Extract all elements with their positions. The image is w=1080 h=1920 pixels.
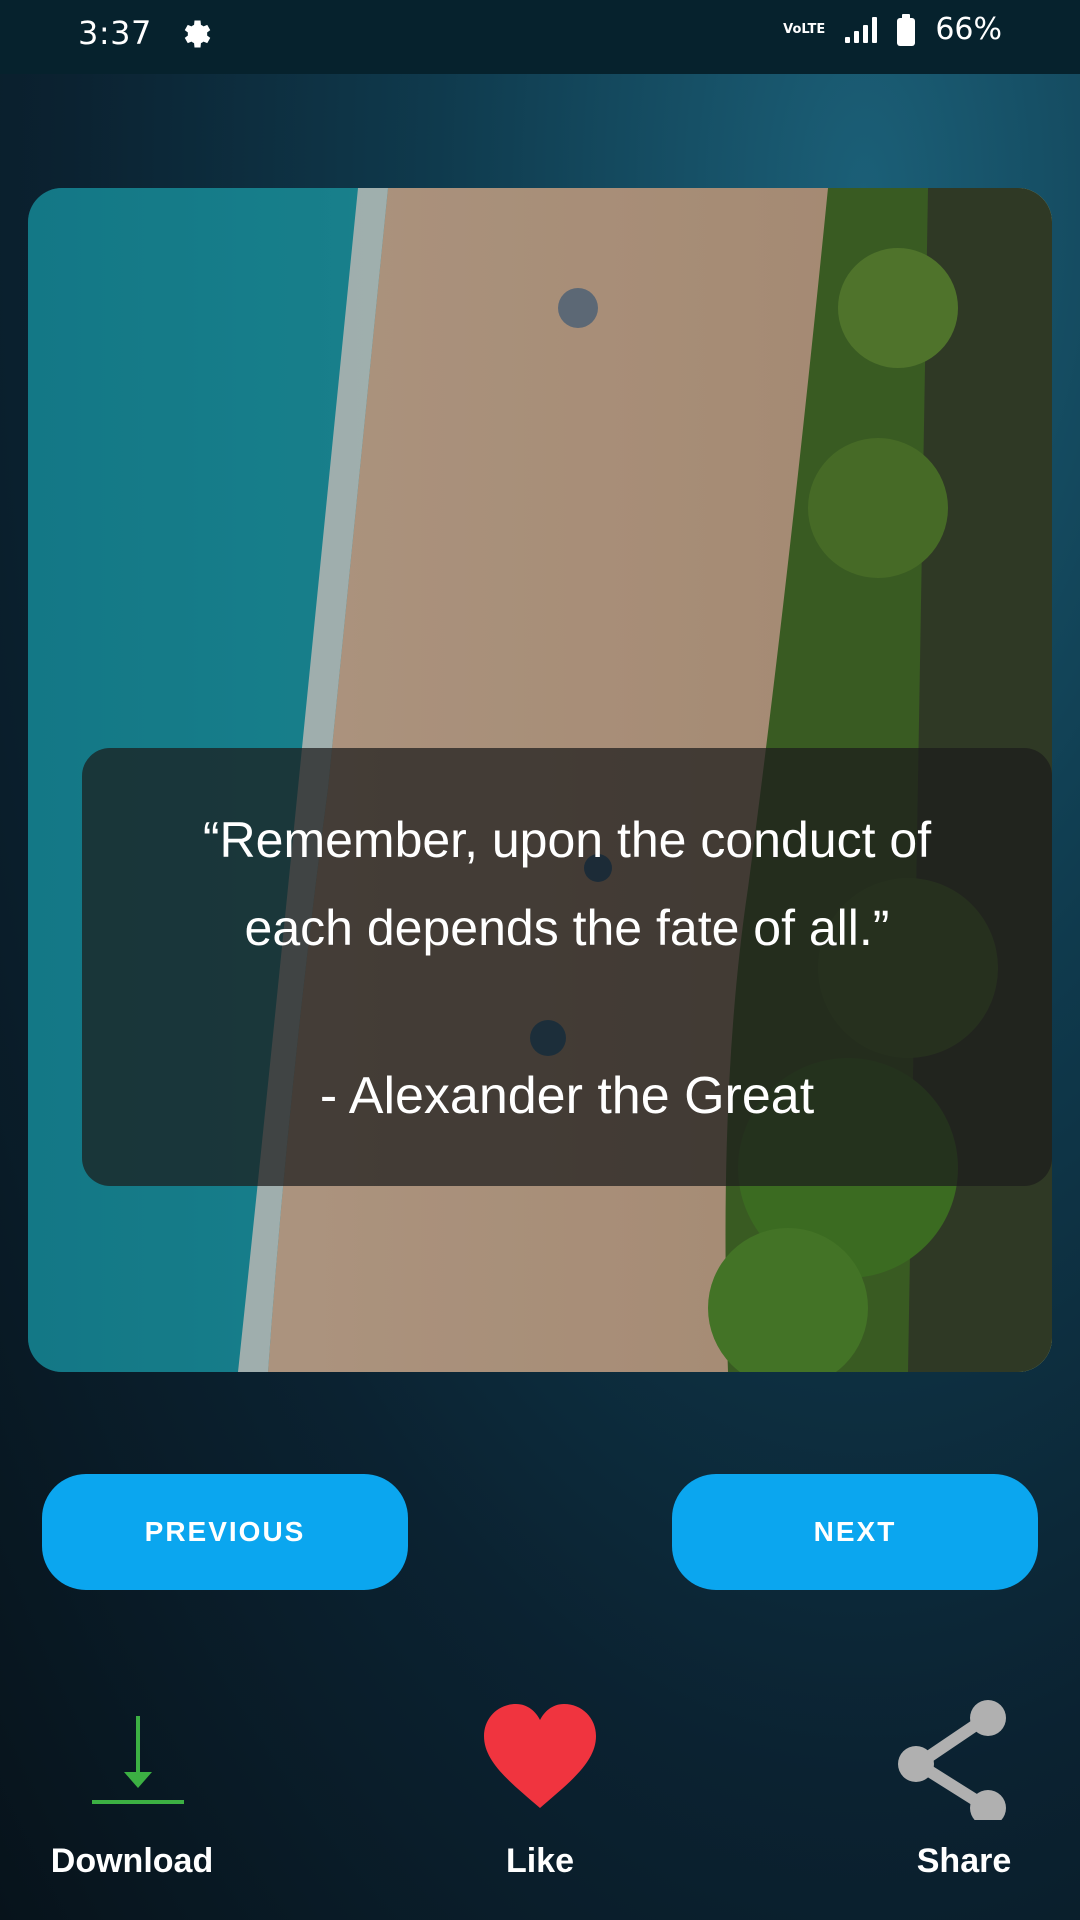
quote-author: - Alexander the Great [319, 1067, 815, 1125]
next-button[interactable]: NEXT [672, 1474, 1038, 1590]
quote-card: “Remember, upon the conduct of each depe… [28, 188, 1052, 1372]
volte-icon: VoLTE [783, 22, 826, 37]
settings-gear-icon [184, 20, 211, 48]
download-action[interactable]: Download [32, 1690, 232, 1880]
share-label: Share [916, 1842, 1012, 1880]
like-action[interactable]: Like [440, 1690, 640, 1880]
previous-button[interactable]: PREVIOUS [42, 1474, 408, 1590]
quote-text: “Remember, upon the conduct of each depe… [202, 812, 932, 956]
battery-percent: 66% [935, 12, 1002, 47]
share-icon[interactable] [864, 1690, 1064, 1826]
heart-icon[interactable] [440, 1690, 640, 1820]
quote-overlay: “Remember, upon the conduct of each depe… [82, 748, 1052, 1186]
like-label: Like [505, 1842, 575, 1880]
download-label: Download [50, 1842, 214, 1880]
download-icon[interactable] [32, 1690, 232, 1820]
battery-icon [897, 13, 916, 46]
status-time: 3:37 [78, 14, 152, 52]
status-bar: 3:37 VoLTE 66% [0, 0, 1080, 74]
share-action[interactable]: Share [864, 1690, 1064, 1880]
status-indicators: VoLTE 66% [783, 12, 1002, 47]
signal-icon [845, 16, 878, 43]
